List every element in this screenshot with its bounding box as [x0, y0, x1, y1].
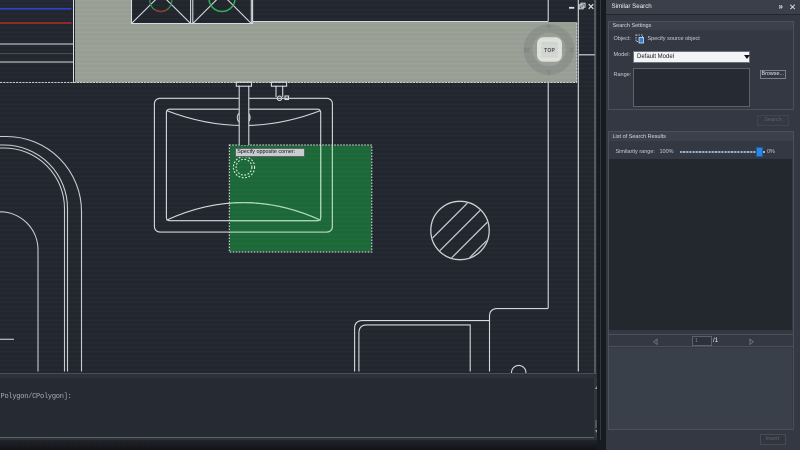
- svg-text:W: W: [524, 48, 530, 54]
- svg-text:S: S: [547, 70, 551, 76]
- svg-text:N: N: [547, 25, 551, 31]
- svg-text:E: E: [570, 48, 574, 54]
- svg-text:TOP: TOP: [544, 48, 555, 54]
